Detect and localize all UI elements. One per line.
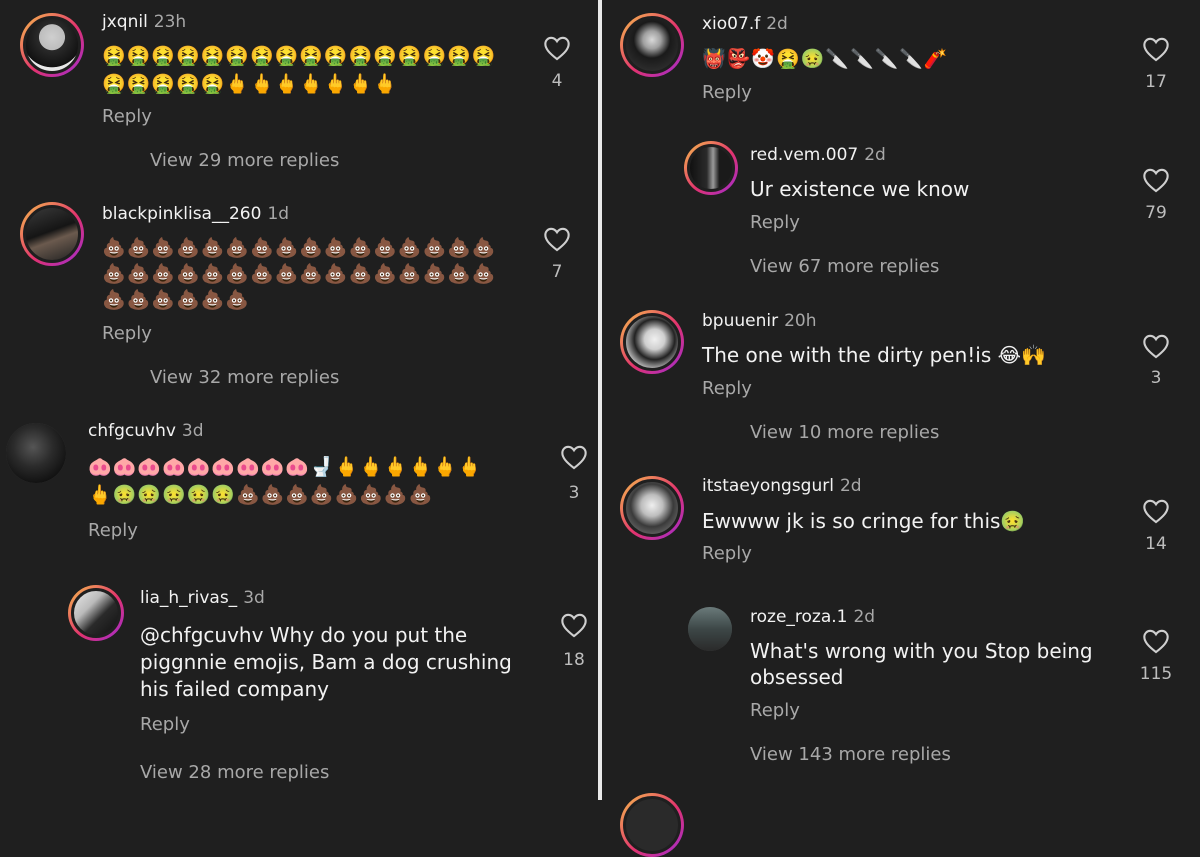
comment-emoji-line: 💩💩💩💩💩💩💩💩💩💩💩💩💩💩💩💩 xyxy=(102,237,497,259)
like-count: 79 xyxy=(1145,203,1167,223)
heart-icon[interactable] xyxy=(1142,333,1170,359)
comment-emoji-line: 🤮🤮🤮🤮🤮🤮🤮🤮🤮🤮🤮🤮🤮🤮🤮🤮 xyxy=(102,45,497,67)
username[interactable]: red.vem.007 xyxy=(750,145,858,165)
reply-button[interactable]: Reply xyxy=(140,714,190,735)
view-more-replies[interactable]: View 143 more replies xyxy=(750,744,951,765)
username[interactable]: xio07.f xyxy=(702,14,760,34)
avatar[interactable] xyxy=(688,607,732,651)
username[interactable]: chfgcuvhv xyxy=(88,421,176,441)
right-comments-panel: xio07.f 2d 👹👺🤡🤮🤢🔪🔪🔪🔪🧨 Reply 17 red.vem.00… xyxy=(600,0,1200,857)
comment-header: xio07.f 2d xyxy=(702,14,788,34)
heart-icon[interactable] xyxy=(1142,498,1170,524)
comment-text-line: Ur existence we know xyxy=(750,177,970,201)
heart-icon[interactable] xyxy=(1142,167,1170,193)
reply-button[interactable]: Reply xyxy=(750,212,800,233)
avatar[interactable] xyxy=(20,202,84,266)
comment-emoji-line: 💩💩💩💩💩💩 xyxy=(102,289,250,311)
view-more-replies[interactable]: View 10 more replies xyxy=(750,422,939,443)
reply-button[interactable]: Reply xyxy=(102,323,152,344)
reply-button[interactable]: Reply xyxy=(102,106,152,127)
username[interactable]: blackpinklisa__260 xyxy=(102,204,261,224)
like-count: 14 xyxy=(1145,534,1167,554)
comment-emoji-line: 🐽🐽🐽🐽🐽🐽🐽🐽🐽🚽🖕🖕🖕🖕🖕🖕 xyxy=(88,456,483,478)
avatar[interactable] xyxy=(20,13,84,77)
username[interactable]: lia_h_rivas_ xyxy=(140,588,237,608)
comment-header: bpuuenir 20h xyxy=(702,311,816,331)
comment-text-line: Ewwww jk is so cringe for this🤢 xyxy=(702,509,1026,533)
comment-header: roze_roza.1 2d xyxy=(750,607,875,627)
comment-emoji-line: 💩💩💩💩💩💩💩💩💩💩💩💩💩💩💩💩 xyxy=(102,263,497,285)
timestamp: 2d xyxy=(766,14,788,34)
reply-button[interactable]: Reply xyxy=(702,82,752,103)
heart-icon[interactable] xyxy=(1142,628,1170,654)
comment-header: red.vem.007 2d xyxy=(750,145,886,165)
view-more-replies[interactable]: View 67 more replies xyxy=(750,256,939,277)
username[interactable]: jxqnil xyxy=(102,12,148,32)
view-more-replies[interactable]: View 32 more replies xyxy=(150,367,339,388)
left-comments-panel: jxqnil 23h 🤮🤮🤮🤮🤮🤮🤮🤮🤮🤮🤮🤮🤮🤮🤮🤮 🤮🤮🤮🤮🤮🖕🖕🖕🖕🖕🖕🖕 … xyxy=(0,0,600,800)
comment-emoji-line: 👹👺🤡🤮🤢🔪🔪🔪🔪🧨 xyxy=(702,48,949,70)
timestamp: 20h xyxy=(784,311,817,331)
like-count: 115 xyxy=(1139,664,1173,684)
comment-text-line: obsessed xyxy=(750,665,844,689)
like-count: 3 xyxy=(568,483,580,503)
heart-icon[interactable] xyxy=(560,612,588,638)
reply-button[interactable]: Reply xyxy=(88,520,138,541)
timestamp: 2d xyxy=(864,145,886,165)
reply-button[interactable]: Reply xyxy=(702,378,752,399)
comment-text-line: What's wrong with you Stop being xyxy=(750,639,1093,663)
avatar[interactable] xyxy=(620,793,684,857)
comment-text-line: his failed company xyxy=(140,677,329,701)
username[interactable]: roze_roza.1 xyxy=(750,607,847,627)
like-count: 7 xyxy=(551,262,563,282)
timestamp: 2d xyxy=(839,476,862,496)
comment-emoji-line: 🤮🤮🤮🤮🤮🖕🖕🖕🖕🖕🖕🖕 xyxy=(102,73,398,95)
view-more-replies[interactable]: View 29 more replies xyxy=(150,150,339,171)
avatar[interactable] xyxy=(684,141,738,195)
reply-button[interactable]: Reply xyxy=(702,543,752,564)
heart-icon[interactable] xyxy=(1142,36,1170,62)
comment-text-line: The one with the dirty pen!is 😂🙌 xyxy=(702,343,1046,367)
reply-button[interactable]: Reply xyxy=(750,700,800,721)
heart-icon[interactable] xyxy=(560,444,588,470)
comment-header: itstaeyongsgurl 2d xyxy=(702,476,862,496)
like-count: 18 xyxy=(563,650,585,670)
timestamp: 23h xyxy=(153,12,187,32)
avatar[interactable] xyxy=(68,585,124,641)
comment-text-line: @chfgcuvhv Why do you put the xyxy=(140,623,468,647)
comment-header: blackpinklisa__260 1d xyxy=(102,204,289,224)
username[interactable]: bpuuenir xyxy=(702,311,778,331)
comment-text-line: piggnnie emojis, Bam a dog crushing xyxy=(140,650,512,674)
avatar[interactable] xyxy=(620,310,684,374)
comment-header: lia_h_rivas_ 3d xyxy=(140,588,265,608)
like-count: 3 xyxy=(1150,368,1162,388)
avatar[interactable] xyxy=(6,423,66,483)
timestamp: 3d xyxy=(243,588,265,608)
like-count: 4 xyxy=(551,71,563,91)
view-more-replies[interactable]: View 28 more replies xyxy=(140,762,329,783)
heart-icon[interactable] xyxy=(543,35,571,61)
heart-icon[interactable] xyxy=(543,226,571,252)
timestamp: 3d xyxy=(181,421,204,441)
timestamp: 1d xyxy=(267,204,290,224)
username[interactable]: itstaeyongsgurl xyxy=(702,476,834,496)
timestamp: 2d xyxy=(853,607,876,627)
comment-header: jxqnil 23h xyxy=(102,12,186,32)
comment-header: chfgcuvhv 3d xyxy=(88,421,204,441)
avatar[interactable] xyxy=(620,13,684,77)
avatar[interactable] xyxy=(620,476,684,540)
like-count: 17 xyxy=(1145,72,1167,92)
comment-emoji-line: 🖕🤢🤢🤢🤢🤢💩💩💩💩💩💩💩💩 xyxy=(88,484,434,506)
